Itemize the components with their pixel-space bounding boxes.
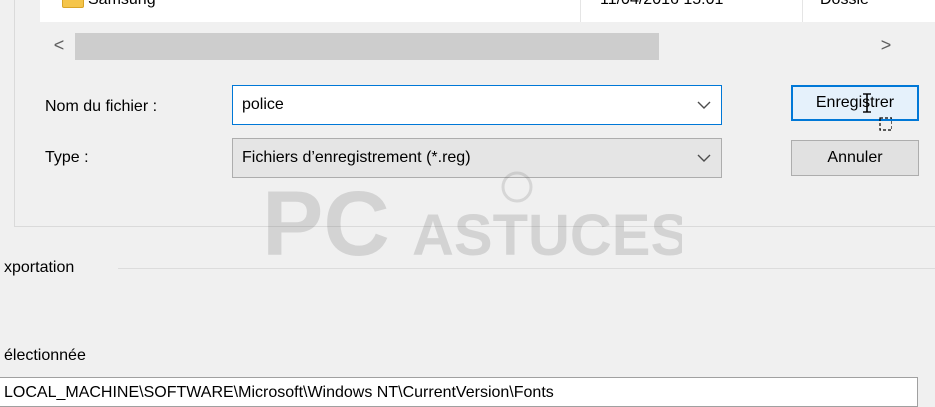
column-separator bbox=[580, 0, 581, 22]
watermark-main-text: PC bbox=[262, 173, 390, 265]
filename-label: Nom du fichier : bbox=[45, 98, 158, 115]
file-name: Samsung bbox=[88, 0, 156, 9]
filename-combobox[interactable] bbox=[232, 85, 722, 125]
file-list-row[interactable]: Samsung 11/04/2016 15:01 Dossie bbox=[40, 0, 935, 23]
save-button[interactable]: Enregistrer bbox=[791, 85, 919, 121]
type-label: Type : bbox=[45, 149, 89, 166]
selected-group-label: électionnée bbox=[4, 347, 86, 364]
export-group-label: xportation bbox=[4, 259, 75, 276]
filename-input[interactable] bbox=[233, 86, 673, 124]
watermark-logo-icon: PC ASTUCES bbox=[262, 171, 682, 265]
group-divider bbox=[118, 268, 935, 269]
cancel-button[interactable]: Annuler bbox=[791, 140, 919, 176]
folder-icon bbox=[62, 0, 84, 8]
chevron-down-icon[interactable] bbox=[693, 147, 715, 169]
scroll-left-icon[interactable]: < bbox=[48, 34, 70, 56]
chevron-down-icon[interactable] bbox=[693, 94, 715, 116]
file-type: Dossie bbox=[820, 0, 869, 9]
registry-path-text: LOCAL_MACHINE\SOFTWARE\Microsoft\Windows… bbox=[4, 384, 554, 401]
registry-path-field[interactable]: LOCAL_MACHINE\SOFTWARE\Microsoft\Windows… bbox=[0, 377, 918, 407]
scroll-right-icon[interactable]: > bbox=[875, 34, 897, 56]
scrollbar-thumb[interactable] bbox=[75, 33, 659, 60]
file-date: 11/04/2016 15:01 bbox=[600, 0, 723, 9]
horizontal-scrollbar[interactable]: < > bbox=[40, 22, 935, 66]
text-select-cursor-icon bbox=[863, 93, 892, 131]
watermark-sub-text: ASTUCES bbox=[412, 203, 682, 265]
column-separator bbox=[802, 0, 803, 22]
